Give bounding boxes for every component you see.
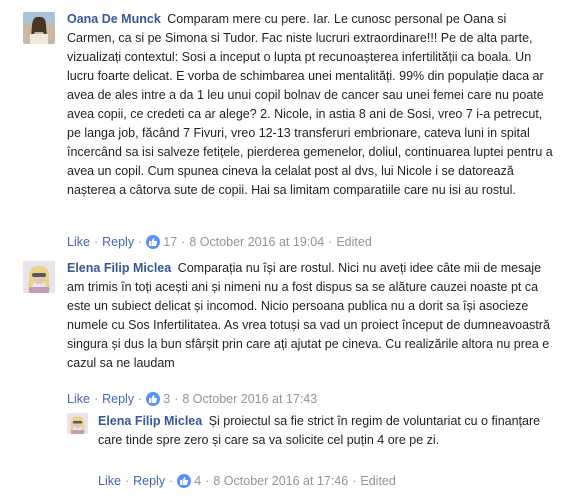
like-button[interactable]: Like — [67, 392, 90, 406]
thumbs-up-icon — [146, 235, 161, 249]
reply-button[interactable]: Reply — [133, 474, 165, 488]
comment-text: Comparația nu își are rostul. Nici nu av… — [67, 261, 550, 370]
separator: · — [352, 474, 357, 488]
separator: · — [205, 474, 210, 488]
comment-author[interactable]: Elena Filip Miclea — [98, 414, 202, 428]
comment-text: Comparam mere cu pere. Iar. Le cunosc pe… — [67, 12, 553, 197]
thumbs-up-icon — [177, 474, 192, 488]
avatar[interactable] — [67, 413, 88, 434]
like-count[interactable]: 17 — [146, 235, 177, 249]
avatar[interactable] — [23, 12, 55, 44]
separator: · — [138, 392, 143, 406]
avatar[interactable] — [23, 261, 55, 293]
comment-timestamp[interactable]: 8 October 2016 at 17:43 — [182, 392, 317, 406]
edited-label[interactable]: Edited — [336, 235, 371, 249]
comment-actions: Like · Reply · 3 · 8 October 2016 at 17:43 — [67, 390, 317, 408]
edited-label[interactable]: Edited — [360, 474, 395, 488]
like-button[interactable]: Like — [67, 235, 90, 249]
separator: · — [93, 392, 99, 406]
like-count[interactable]: 3 — [146, 392, 170, 406]
separator: · — [181, 235, 186, 249]
separator: · — [169, 474, 174, 488]
reply-button[interactable]: Reply — [102, 235, 134, 249]
comment-actions: Like · Reply · 17 · 8 October 2016 at 19:04 · Ed… — [67, 233, 372, 251]
like-count[interactable]: 4 — [177, 474, 201, 488]
like-button[interactable]: Like — [98, 474, 121, 488]
comment-author[interactable]: Elena Filip Miclea — [67, 261, 171, 275]
separator: · — [138, 235, 143, 249]
reply-button[interactable]: Reply — [102, 392, 134, 406]
separator: · — [93, 235, 99, 249]
separator: · — [328, 235, 333, 249]
separator: · — [174, 392, 179, 406]
separator: · — [124, 474, 130, 488]
comment-timestamp[interactable]: 8 October 2016 at 17:46 — [213, 474, 348, 488]
thumbs-up-icon — [146, 392, 161, 406]
comment-actions: Like · Reply · 4 · 8 October 2016 at 17:46 · Edi… — [98, 472, 396, 490]
comment-timestamp[interactable]: 8 October 2016 at 19:04 — [189, 235, 324, 249]
comment-author[interactable]: Oana De Munck — [67, 12, 161, 26]
